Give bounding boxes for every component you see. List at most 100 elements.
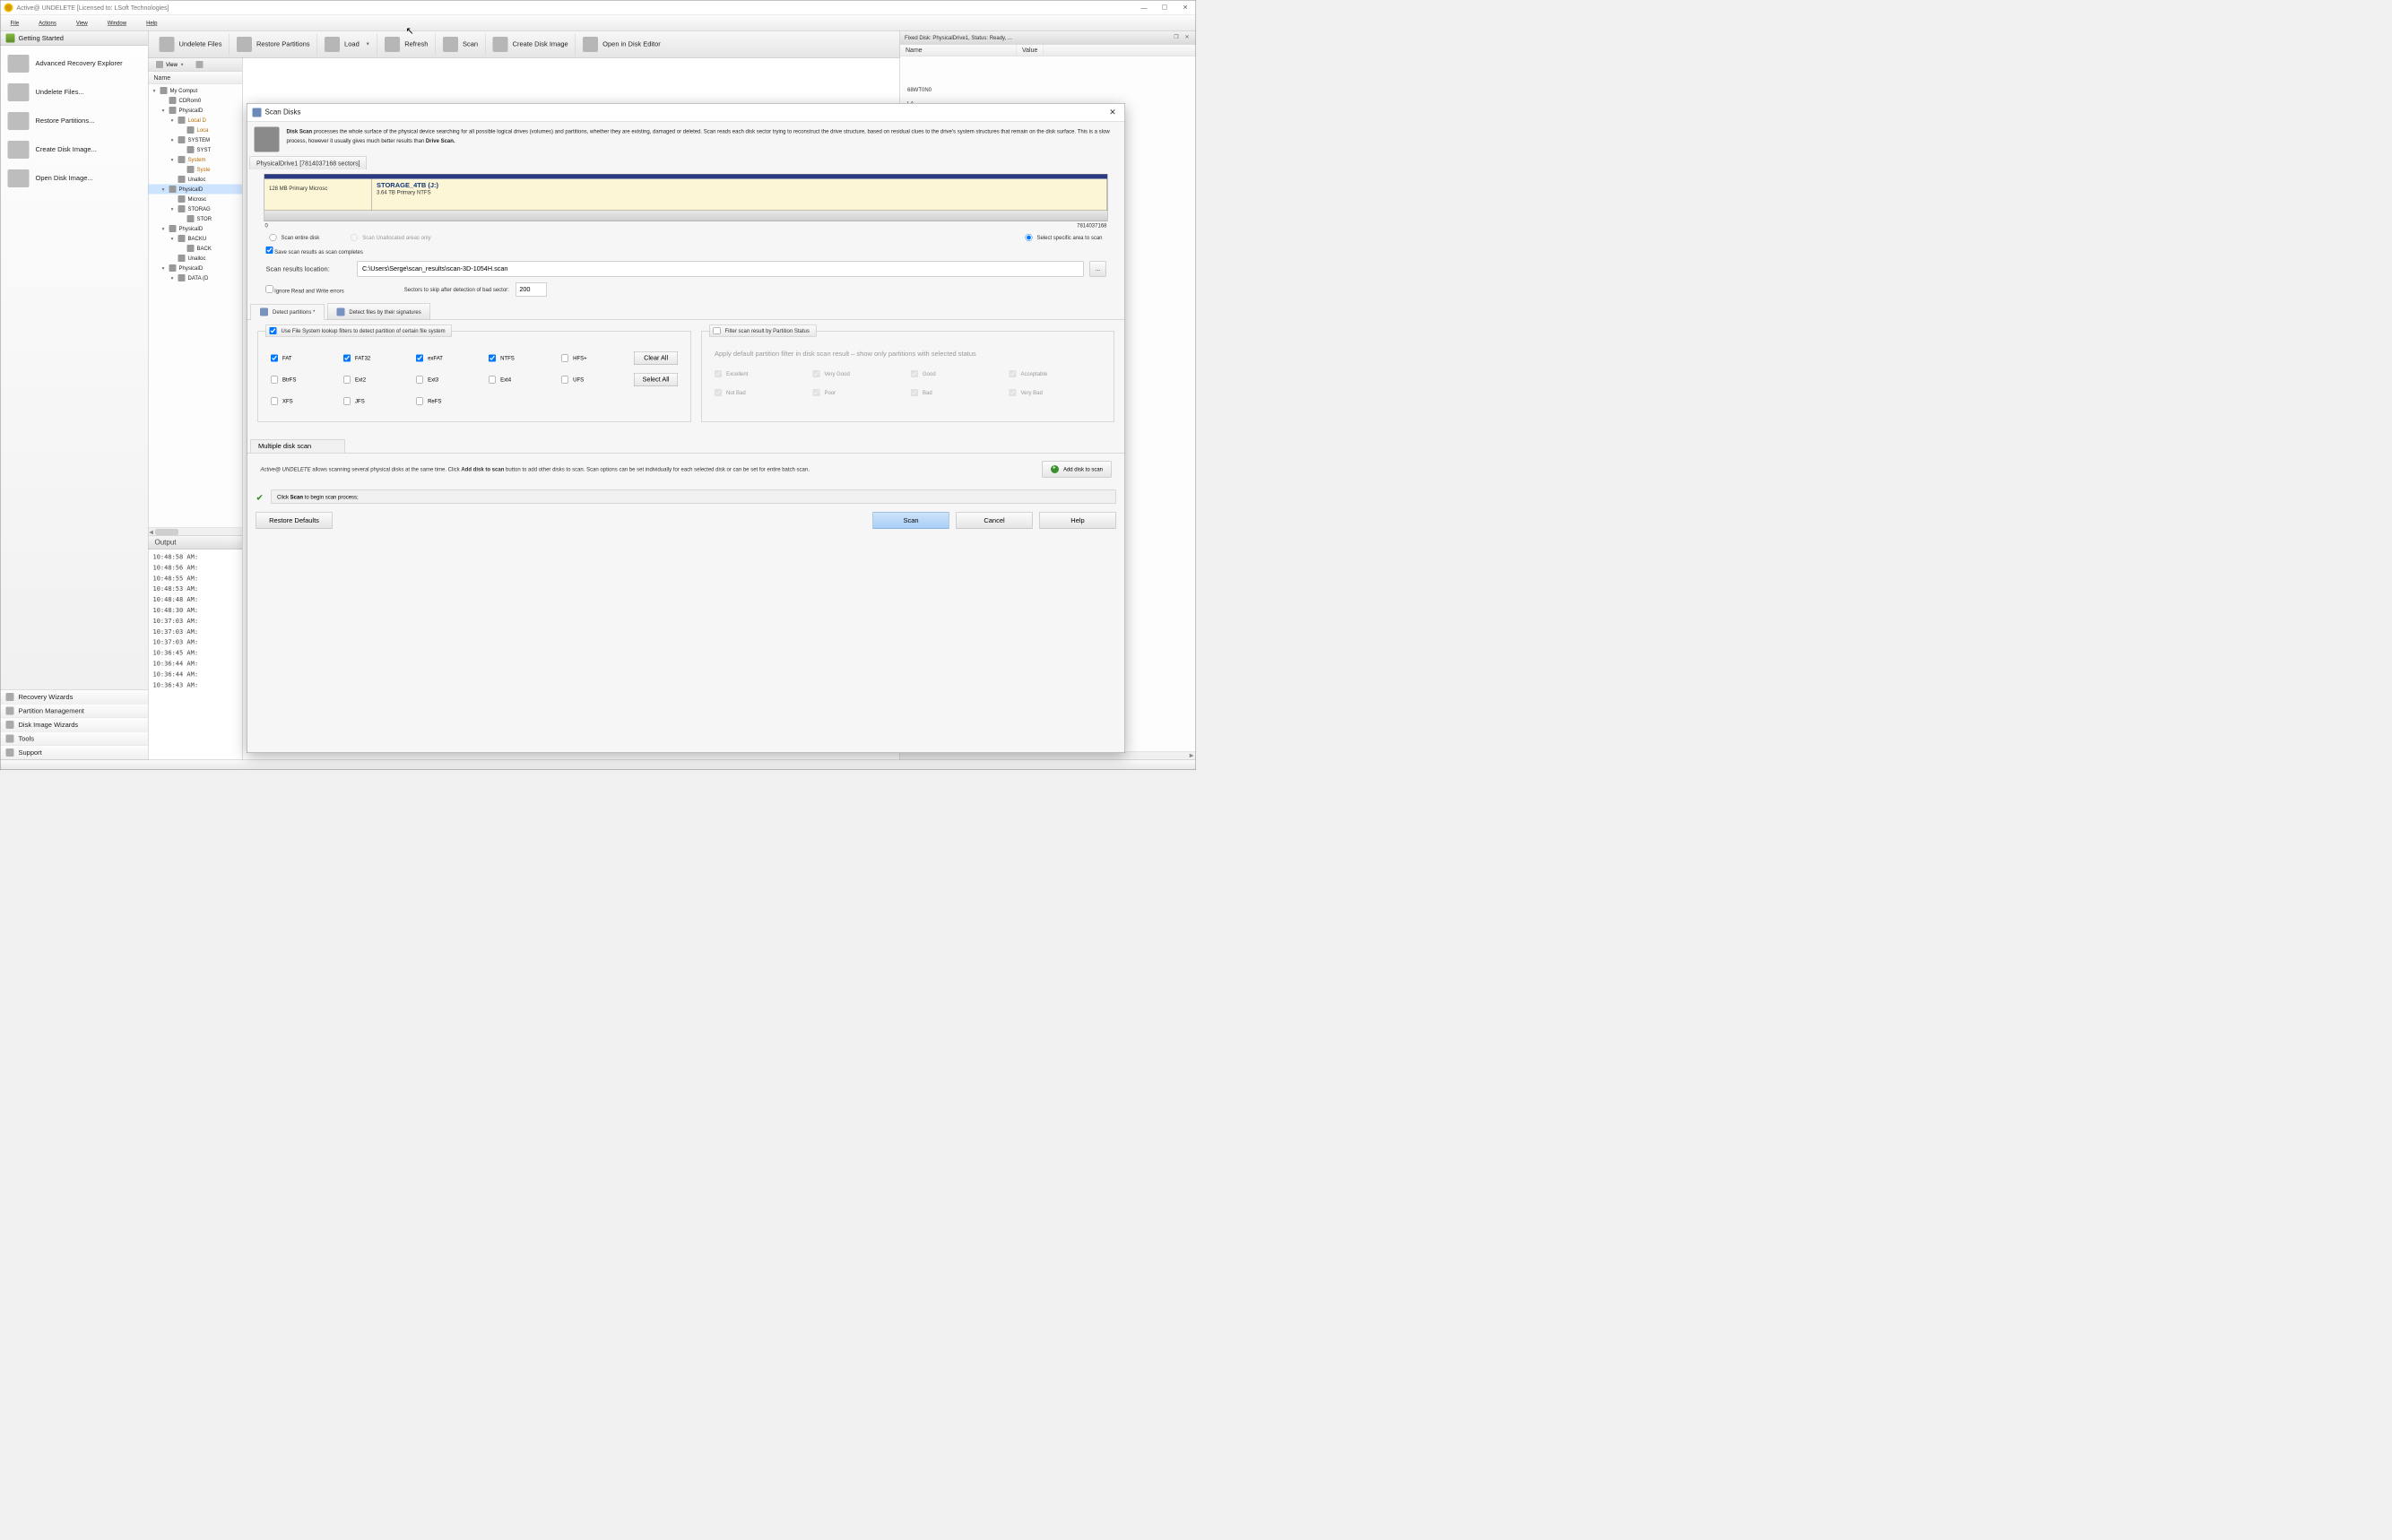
sidebar-item-tools[interactable]: Tools [1, 732, 149, 747]
tree-row[interactable]: ▾STORAG [149, 204, 243, 214]
menu-actions[interactable]: Actions [29, 15, 66, 31]
clear-all-button[interactable]: Clear All [634, 351, 678, 365]
fs-exfat[interactable]: exFAT [416, 355, 482, 362]
browse-button[interactable]: ... [1090, 262, 1106, 277]
output-header: Output [149, 536, 243, 549]
sidebar-item-open-disk-image[interactable]: Open Disk Image... [1, 164, 149, 193]
select-all-button[interactable]: Select All [634, 373, 678, 386]
tree-row[interactable]: STOR [149, 214, 243, 224]
tree-row[interactable]: ▾DATA (D [149, 273, 243, 283]
fs-hfs[interactable]: HFS+ [561, 355, 628, 362]
sidebar-item-partition-management[interactable]: Partition Management [1, 705, 149, 719]
toolbar-open-disk-editor[interactable]: Open in Disk Editor [576, 33, 668, 55]
skip-input[interactable] [516, 283, 547, 297]
scan-icon [443, 37, 458, 52]
menu-view[interactable]: View [66, 15, 98, 31]
col-value[interactable]: Value [1017, 45, 1044, 56]
minimize-button[interactable]: — [1134, 0, 1155, 14]
fs-xfs[interactable]: XFS [271, 398, 337, 405]
tree-row[interactable]: Unalloc [149, 175, 243, 185]
radio-scan-unallocated[interactable]: Scan Unallocated areas only [351, 234, 430, 241]
scan-button[interactable]: Scan [873, 512, 949, 529]
undelete-icon [160, 37, 175, 52]
restore-defaults-button[interactable]: Restore Defaults [256, 512, 333, 529]
panel-restore-icon[interactable]: ❐ [1173, 33, 1181, 41]
fs-ext2[interactable]: Ext2 [343, 376, 410, 384]
status-filter-legend[interactable]: Filter scan result by Partition Status [709, 325, 816, 337]
radio-scan-entire[interactable]: Scan entire disk [270, 234, 320, 241]
fs-filter-legend[interactable]: Use File System lookup filters to detect… [265, 325, 452, 337]
tree-hscrollbar[interactable]: ◀ [149, 528, 243, 536]
fs-refs[interactable]: ReFS [416, 398, 482, 405]
fs-fat32[interactable]: FAT32 [343, 355, 410, 362]
sidebar-item-disk-image-wizards[interactable]: Disk Image Wizards [1, 718, 149, 732]
partition-segment-storage[interactable]: STORAGE_4TB (J:) 3.64 TB Primary NTFS [372, 175, 1107, 211]
fs-ufs[interactable]: UFS [561, 376, 628, 384]
radio-scan-specific[interactable]: Select specific area to scan [1025, 234, 1102, 241]
tree-row[interactable]: Unalloc [149, 254, 243, 264]
close-button[interactable]: ✕ [1175, 0, 1196, 14]
tree-row[interactable]: Syste [149, 165, 243, 175]
tool-icon [195, 61, 203, 68]
checkbox-save-results[interactable]: Save scan results as scan completes [266, 247, 363, 255]
tree-row[interactable]: ▾BACKU [149, 234, 243, 244]
sidebar-item-undelete-files[interactable]: Undelete Files... [1, 78, 149, 107]
tab-detect-signatures[interactable]: Detect files by their signatures [327, 304, 430, 320]
fs-jfs[interactable]: JFS [343, 398, 410, 405]
tree-row[interactable]: ▾PhysicalD [149, 264, 243, 273]
tree-row[interactable]: Loca [149, 125, 243, 135]
toolbar-scan[interactable]: Scan [436, 33, 486, 55]
fs-ext4[interactable]: Ext4 [489, 376, 555, 384]
dialog-close-button[interactable]: ✕ [1106, 106, 1120, 119]
tree-header[interactable]: Name [149, 72, 243, 84]
tree-row[interactable]: ▾PhysicalD [149, 106, 243, 116]
fs-btrfs[interactable]: BtrFS [271, 376, 337, 384]
tab-detect-partitions[interactable]: Detect partitions * [251, 304, 325, 320]
tree-row[interactable]: ▾PhysicalD [149, 224, 243, 234]
check-icon: ✔ [256, 492, 266, 502]
help-button[interactable]: Help [1040, 512, 1116, 529]
sidebar-item-support[interactable]: Support [1, 746, 149, 760]
fs-ext3[interactable]: Ext3 [416, 376, 482, 384]
drive-tab[interactable]: PhysicalDrive1 [7814037168 sectors] [250, 157, 368, 170]
sidebar-item-recovery-wizards[interactable]: Recovery Wizards [1, 690, 149, 705]
sidebar-item-create-disk-image[interactable]: Create Disk Image... [1, 135, 149, 164]
maximize-button[interactable]: ☐ [1155, 0, 1175, 14]
filt-not-bad: Not Bad [715, 389, 807, 396]
tree-row[interactable]: ▾System [149, 155, 243, 165]
col-name[interactable]: Name [900, 45, 1017, 56]
menu-help[interactable]: Help [136, 15, 167, 31]
tree-row[interactable]: BACK [149, 244, 243, 254]
view-dropdown[interactable]: View▼ [152, 59, 188, 69]
sidebar-item-restore-partitions[interactable]: Restore Partitions... [1, 107, 149, 135]
disk-layout-bar[interactable]: 128 MB Primary Microsc STORAGE_4TB (J:) … [264, 174, 1108, 211]
menu-file[interactable]: File [1, 15, 30, 31]
toolbar-undelete-files[interactable]: Undelete Files [152, 33, 230, 55]
tree-row[interactable]: Microsc [149, 195, 243, 204]
checkbox-ignore-errors[interactable]: Ignore Read and Write errors [266, 285, 344, 294]
loc-input[interactable] [358, 262, 1084, 277]
menu-window[interactable]: Window [98, 15, 136, 31]
fs-fat[interactable]: FAT [271, 355, 337, 362]
tree-row[interactable]: SYST [149, 145, 243, 155]
partition-segment-reserved[interactable]: 128 MB Primary Microsc [264, 175, 372, 211]
toolbar-refresh[interactable]: Refresh [377, 33, 436, 55]
sidebar-item-advanced-recovery[interactable]: Advanced Recovery Explorer [1, 49, 149, 78]
open-disk-image-icon [8, 169, 30, 187]
device-tree[interactable]: ▾My ComputCDRom0▾PhysicalD▾Local DLoca▾S… [149, 84, 243, 528]
tree-row[interactable]: ▾PhysicalD [149, 185, 243, 195]
sector-track[interactable] [264, 211, 1108, 221]
tree-row[interactable]: ▾SYSTEM [149, 135, 243, 145]
tree-row[interactable]: CDRom0 [149, 96, 243, 106]
toolbar-load[interactable]: Load▼ [317, 33, 377, 55]
add-disk-button[interactable]: Add disk to scan [1042, 462, 1111, 478]
toolbar-create-disk-image[interactable]: Create Disk Image [486, 33, 576, 55]
tree-row[interactable]: ▾Local D [149, 116, 243, 125]
tree-row[interactable]: ▾My Comput [149, 86, 243, 96]
output-log[interactable]: 10:48:58 AM: 10:48:56 AM: 10:48:55 AM: 1… [149, 549, 243, 760]
tree-tool-button[interactable] [192, 59, 207, 69]
cancel-button[interactable]: Cancel [957, 512, 1033, 529]
fs-ntfs[interactable]: NTFS [489, 355, 555, 362]
toolbar-restore-partitions[interactable]: Restore Partitions [230, 33, 317, 55]
panel-close-icon[interactable]: ✕ [1183, 33, 1192, 41]
